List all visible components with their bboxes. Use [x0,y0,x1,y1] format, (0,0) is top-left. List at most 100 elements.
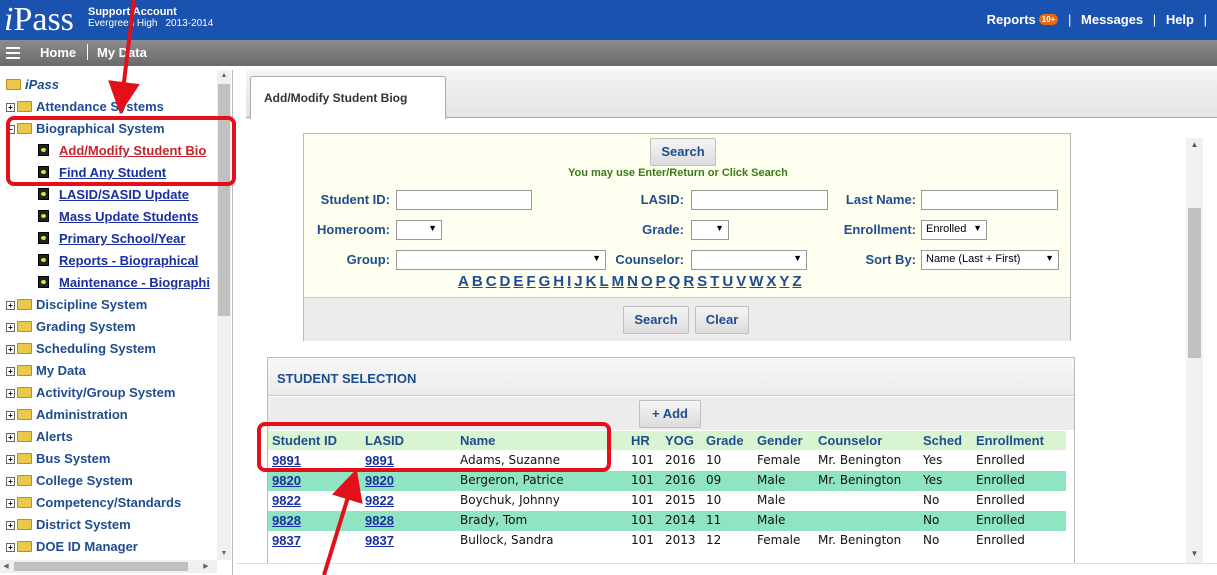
student-id-link[interactable]: 9828 [272,513,301,528]
sidebar-item-college[interactable]: + College System [6,470,133,492]
sidebar-item-discipline[interactable]: + Discipline System [6,294,147,316]
col-sched[interactable]: Sched [923,433,962,448]
mydata-link[interactable]: My Data [97,45,147,60]
student-id-input[interactable] [396,190,532,210]
expand-icon[interactable]: + [6,345,15,354]
clear-button[interactable]: Clear [695,306,749,334]
table-row[interactable]: 9822 9822 Boychuk, Johnny 101 2015 10 Ma… [268,491,1066,511]
sidebar-item-activity[interactable]: + Activity/Group System [6,382,175,404]
sidebar-item-primary-school[interactable]: Primary School/Year [38,228,185,250]
table-row[interactable]: 9837 9837 Bullock, Sandra 101 2013 12 Fe… [268,531,1066,551]
letter-link[interactable]: M [612,273,625,290]
sidebar-item-maintenance-bio[interactable]: Maintenance - Biographi [38,272,210,294]
letter-link[interactable]: J [574,273,582,290]
letter-link[interactable]: N [627,273,638,290]
sidebar-horizontal-scrollbar[interactable]: ◀ ▶ [0,560,217,573]
expand-icon[interactable]: + [6,455,15,464]
sidebar-item-bus[interactable]: + Bus System [6,448,110,470]
expand-icon[interactable]: + [6,389,15,398]
main-vertical-scrollbar[interactable]: ▲ ▼ [1186,138,1203,563]
enrollment-select[interactable]: Enrolled ▼ [921,220,987,240]
col-yog[interactable]: YOG [665,433,694,448]
expand-icon[interactable]: + [6,323,15,332]
letter-link[interactable]: B [472,273,483,290]
letter-link[interactable]: S [697,273,707,290]
scroll-down-icon[interactable]: ▼ [1186,547,1203,561]
letter-link[interactable]: Z [792,273,801,290]
main-horizontal-scrollbar[interactable] [236,563,1217,575]
student-id-link[interactable]: 9822 [272,493,301,508]
letter-link[interactable]: V [736,273,746,290]
letter-link[interactable]: C [486,273,497,290]
expand-icon[interactable]: + [6,411,15,420]
sidebar-item-scheduling[interactable]: + Scheduling System [6,338,156,360]
sidebar-item-doe-id[interactable]: + DOE ID Manager [6,536,138,558]
letter-link[interactable]: U [722,273,733,290]
expand-icon[interactable]: + [6,543,15,552]
sidebar-item-district[interactable]: + District System [6,514,131,536]
expand-icon[interactable]: + [6,433,15,442]
letter-link[interactable]: I [567,273,571,290]
expand-icon[interactable]: + [6,477,15,486]
scrollbar-thumb[interactable] [14,562,188,571]
letter-link[interactable]: H [553,273,564,290]
scroll-up-icon[interactable]: ▲ [217,70,231,82]
letter-link[interactable]: L [599,273,608,290]
col-counselor[interactable]: Counselor [818,433,882,448]
letter-link[interactable]: A [458,273,469,290]
scroll-down-icon[interactable]: ▼ [217,548,231,560]
sidebar-item-competency[interactable]: + Competency/Standards [6,492,181,514]
add-student-button[interactable]: + Add [639,400,701,428]
letter-link[interactable]: W [749,273,763,290]
home-link[interactable]: Home [40,45,76,60]
sidebar-item-attendance[interactable]: + Attendance Systems [6,96,164,118]
scroll-right-icon[interactable]: ▶ [200,560,212,573]
search-button-top[interactable]: Search [650,138,716,166]
expand-icon[interactable]: + [6,367,15,376]
scrollbar-thumb[interactable] [1188,208,1201,358]
scroll-left-icon[interactable]: ◀ [0,560,12,573]
expand-icon[interactable]: + [6,499,15,508]
letter-link[interactable]: K [586,273,597,290]
scroll-up-icon[interactable]: ▲ [1186,138,1203,152]
sidebar-item-grading[interactable]: + Grading System [6,316,136,338]
table-row[interactable]: 9828 9828 Brady, Tom 101 2014 11 Male No… [268,511,1066,531]
letter-link[interactable]: E [513,273,523,290]
group-select[interactable]: ▼ [396,250,606,270]
sidebar-item-mass-update[interactable]: Mass Update Students [38,206,198,228]
letter-link[interactable]: T [710,273,719,290]
expand-icon[interactable]: + [6,301,15,310]
letter-link[interactable]: D [500,273,511,290]
expand-icon[interactable]: + [6,521,15,530]
last-name-input[interactable] [921,190,1058,210]
lasid-input[interactable] [691,190,828,210]
student-id-link[interactable]: 9837 [272,533,301,548]
sort-by-select[interactable]: Name (Last + First) ▼ [921,250,1059,270]
tab-add-modify-student[interactable]: Add/Modify Student Biog [250,76,446,119]
letter-link[interactable]: G [539,273,551,290]
col-grade[interactable]: Grade [706,433,744,448]
tree-root[interactable]: iPass [6,74,59,96]
lasid-link[interactable]: 9828 [365,513,394,528]
letter-link[interactable]: Q [669,273,681,290]
col-enrollment[interactable]: Enrollment [976,433,1044,448]
letter-link[interactable]: R [683,273,694,290]
col-gender[interactable]: Gender [757,433,803,448]
lasid-link[interactable]: 9837 [365,533,394,548]
counselor-select[interactable]: ▼ [691,250,807,270]
grade-select[interactable]: ▼ [691,220,729,240]
sidebar-item-administration[interactable]: + Administration [6,404,128,426]
sidebar-item-lasid-update[interactable]: LASID/SASID Update [38,184,189,206]
col-hr[interactable]: HR [631,433,650,448]
letter-link[interactable]: O [641,273,653,290]
lasid-link[interactable]: 9822 [365,493,394,508]
letter-link[interactable]: Y [779,273,789,290]
menu-icon[interactable] [6,47,20,59]
sidebar-item-mydata[interactable]: + My Data [6,360,86,382]
ipass-logo[interactable]: iPass [4,2,74,38]
messages-link[interactable]: Messages [1081,12,1143,27]
table-row[interactable]: 9820 9820 Bergeron, Patrice 101 2016 09 … [268,471,1066,491]
letter-link[interactable]: F [526,273,535,290]
help-link[interactable]: Help [1166,12,1194,27]
homeroom-select[interactable]: ▼ [396,220,442,240]
